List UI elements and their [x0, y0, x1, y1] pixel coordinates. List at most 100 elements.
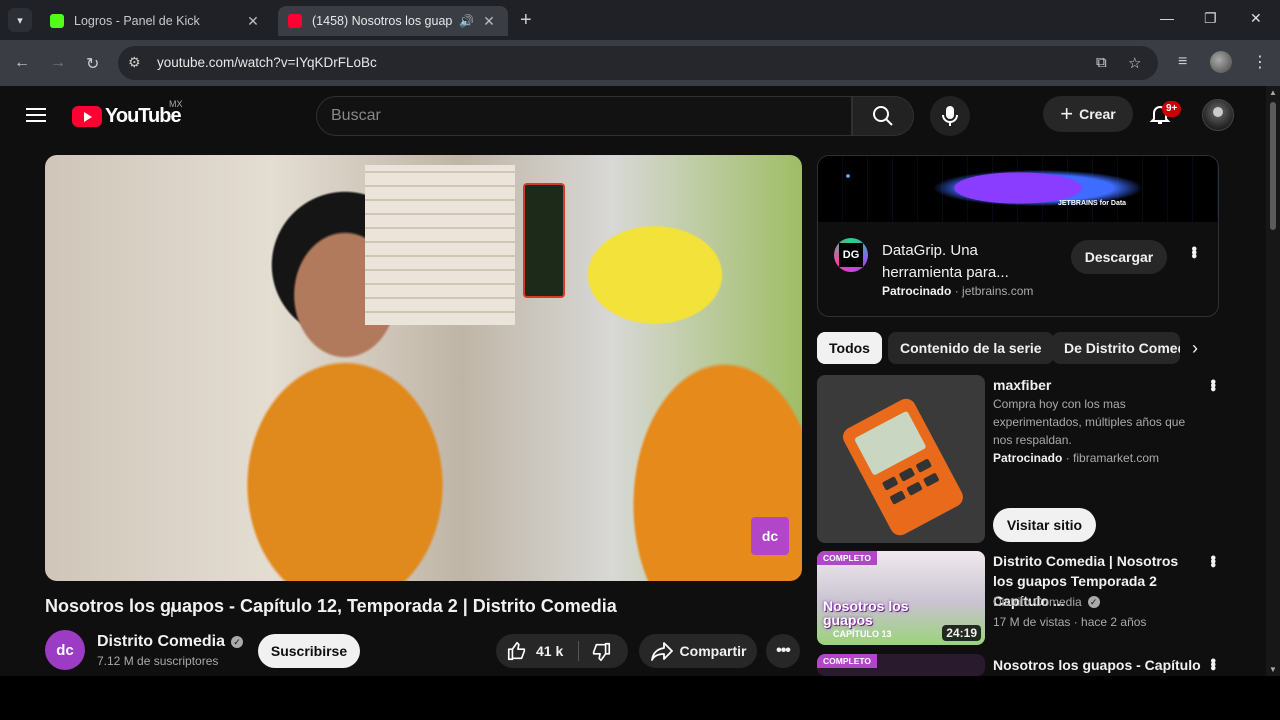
thumbnail-text: Nosotros los guapos [823, 598, 909, 628]
browser-profile-avatar[interactable] [1210, 51, 1232, 73]
forward-icon[interactable]: → [50, 54, 66, 72]
ad-banner-brand: JETBRAINS for Data [1058, 200, 1127, 207]
video-title: Nosotros los guapos - Capítulo 12, Tempo… [45, 596, 617, 616]
more-actions-button[interactable]: ••• [766, 634, 800, 668]
visit-site-button[interactable]: Visitar sitio [993, 508, 1096, 542]
video-frame-detail [523, 183, 565, 298]
thumbs-up-icon [507, 641, 526, 661]
completo-tag: COMPLETO [817, 551, 878, 565]
chip-contenido-serie[interactable]: Contenido de la serie [888, 332, 1054, 364]
thumbs-down-icon[interactable] [590, 641, 612, 663]
browser-tab-kick[interactable]: Logros - Panel de Kick ✕ [40, 6, 272, 36]
address-bar[interactable]: ⚙ youtube.com/watch?v=IYqKDrFLoBc ⧉ ☆ [118, 46, 1158, 80]
rec-channel[interactable]: Distrito Comedia [993, 595, 1082, 609]
new-tab-button[interactable]: + [520, 9, 532, 32]
ad-title[interactable]: DataGrip. Una herramienta para... [882, 240, 1057, 284]
ad-menu-icon[interactable]: ••• [1184, 246, 1202, 257]
voice-search-button[interactable] [930, 96, 970, 136]
list-item[interactable]: COMPLETO Nosotros los guapos - Capítulo … [817, 654, 1219, 676]
rec-channel-row[interactable]: Distrito Comedia ✓ [993, 593, 1100, 611]
rec-menu-icon[interactable]: ••• [1203, 555, 1221, 566]
search-icon [873, 106, 893, 126]
ad-meta: Patrocinado · jetbrains.com [882, 284, 1034, 298]
site-settings-icon[interactable]: ⚙ [128, 54, 141, 71]
like-button[interactable]: 41 k [506, 634, 563, 668]
rec-menu-icon[interactable]: ••• [1203, 658, 1219, 669]
search-input[interactable] [317, 97, 851, 135]
share-button[interactable]: Compartir [639, 634, 757, 668]
browser-menu-icon[interactable]: ⋮ [1252, 52, 1268, 72]
media-controls-icon[interactable]: ≡ [1178, 53, 1187, 71]
youtube-page: YouTube MX + Crear 9+ dc Nosotros los gu… [0, 86, 1280, 720]
download-button[interactable]: Descargar [1071, 240, 1167, 274]
reload-icon[interactable]: ↻ [86, 54, 99, 74]
list-item[interactable]: COMPLETO Nosotros los guapos CAPÍTULO 13… [817, 551, 1221, 647]
rec-views: 17 M de vistas [993, 615, 1071, 629]
rec-menu-icon[interactable]: ••• [1203, 379, 1221, 390]
sponsored-ad-card[interactable]: JETBRAINS for Data DG DataGrip. Una herr… [817, 155, 1219, 317]
sponsored-label: Patrocinado [882, 284, 952, 298]
browser-tab-youtube[interactable]: (1458) Nosotros los guapos 🔊 ✕ [278, 6, 508, 36]
channel-avatar[interactable]: dc [45, 630, 85, 670]
search-box [316, 96, 852, 136]
share-arrow-icon [650, 642, 673, 661]
chip-todos[interactable]: Todos [817, 332, 882, 364]
device-image [843, 398, 963, 536]
account-avatar[interactable] [1202, 99, 1234, 131]
guide-menu-icon[interactable] [26, 108, 46, 122]
url-text: youtube.com/watch?v=IYqKDrFLoBc [157, 55, 377, 70]
share-label: Compartir [679, 643, 747, 659]
notification-count-badge: 9+ [1162, 101, 1182, 117]
close-window-icon[interactable]: ✕ [1250, 10, 1262, 27]
scrollbar-thumb[interactable] [1270, 102, 1276, 230]
audio-playing-icon[interactable]: 🔊 [459, 14, 474, 28]
tab-title: (1458) Nosotros los guapos [312, 14, 454, 28]
minimize-icon[interactable]: — [1160, 10, 1174, 26]
ad-thumbnail[interactable] [817, 375, 985, 543]
channel-name-row[interactable]: Distrito Comedia ✓ [97, 633, 244, 651]
video-frame-detail [365, 165, 515, 325]
subscribe-button[interactable]: Suscribirse [258, 634, 360, 668]
back-icon[interactable]: ← [14, 54, 30, 72]
list-item[interactable]: maxfiber Compra hoy con los mas experime… [817, 375, 1221, 545]
channel-watermark[interactable]: dc [751, 517, 789, 555]
rec-meta: Patrocinado · fibramarket.com [993, 451, 1160, 465]
search-button[interactable] [852, 96, 914, 136]
region-code: MX [169, 99, 183, 109]
bookmark-star-icon[interactable]: ☆ [1128, 54, 1141, 72]
kick-favicon-icon [50, 14, 64, 28]
rec-title[interactable]: maxfiber [993, 375, 1193, 395]
ad-domain: jetbrains.com [962, 284, 1034, 298]
chevron-right-icon[interactable]: › [1180, 332, 1210, 364]
ad-logo-text: DG [839, 243, 863, 267]
create-label: Crear [1079, 106, 1116, 122]
tab-search-button[interactable]: ▾ [8, 8, 32, 32]
restore-icon[interactable]: ❐ [1204, 10, 1217, 27]
video-thumbnail[interactable]: COMPLETO Nosotros los guapos CAPÍTULO 13… [817, 551, 985, 645]
scroll-down-icon[interactable]: ▼ [1269, 665, 1277, 674]
close-tab-icon[interactable]: ✕ [480, 13, 498, 30]
filter-chips: Todos Contenido de la serie De Distrito … [817, 332, 1219, 364]
subscriber-count: 7.12 M de suscriptores [97, 654, 219, 668]
rec-title[interactable]: Nosotros los guapos - Capítulo [993, 655, 1203, 675]
video-thumbnail[interactable]: COMPLETO [817, 654, 985, 676]
ad-banner-image[interactable] [818, 156, 1218, 222]
ad-logo[interactable]: DG [834, 238, 868, 272]
create-button[interactable]: + Crear [1043, 96, 1133, 132]
plus-icon: + [1060, 101, 1074, 126]
browser-tab-strip: ▾ Logros - Panel de Kick ✕ (1458) Nosotr… [0, 0, 1280, 40]
rec-meta: 17 M de vistas · hace 2 años [993, 615, 1147, 629]
video-player[interactable]: dc [45, 155, 802, 581]
verified-icon: ✓ [231, 636, 244, 648]
chip-distrito-comedia[interactable]: De Distrito Comedia [1052, 332, 1180, 364]
duration-badge: 24:19 [942, 625, 981, 641]
youtube-logo[interactable]: YouTube MX [72, 99, 183, 128]
text-cursor-icon: I [170, 604, 174, 620]
scroll-up-icon[interactable]: ▲ [1269, 88, 1277, 97]
install-app-icon[interactable]: ⧉ [1096, 54, 1107, 71]
page-scrollbar[interactable]: ▲ ▼ [1266, 86, 1280, 676]
screen-bottom-bar [0, 676, 1280, 720]
thumbnail-subtext: CAPÍTULO 13 [833, 629, 892, 639]
channel-name[interactable]: Distrito Comedia [97, 633, 225, 650]
close-tab-icon[interactable]: ✕ [244, 13, 262, 30]
